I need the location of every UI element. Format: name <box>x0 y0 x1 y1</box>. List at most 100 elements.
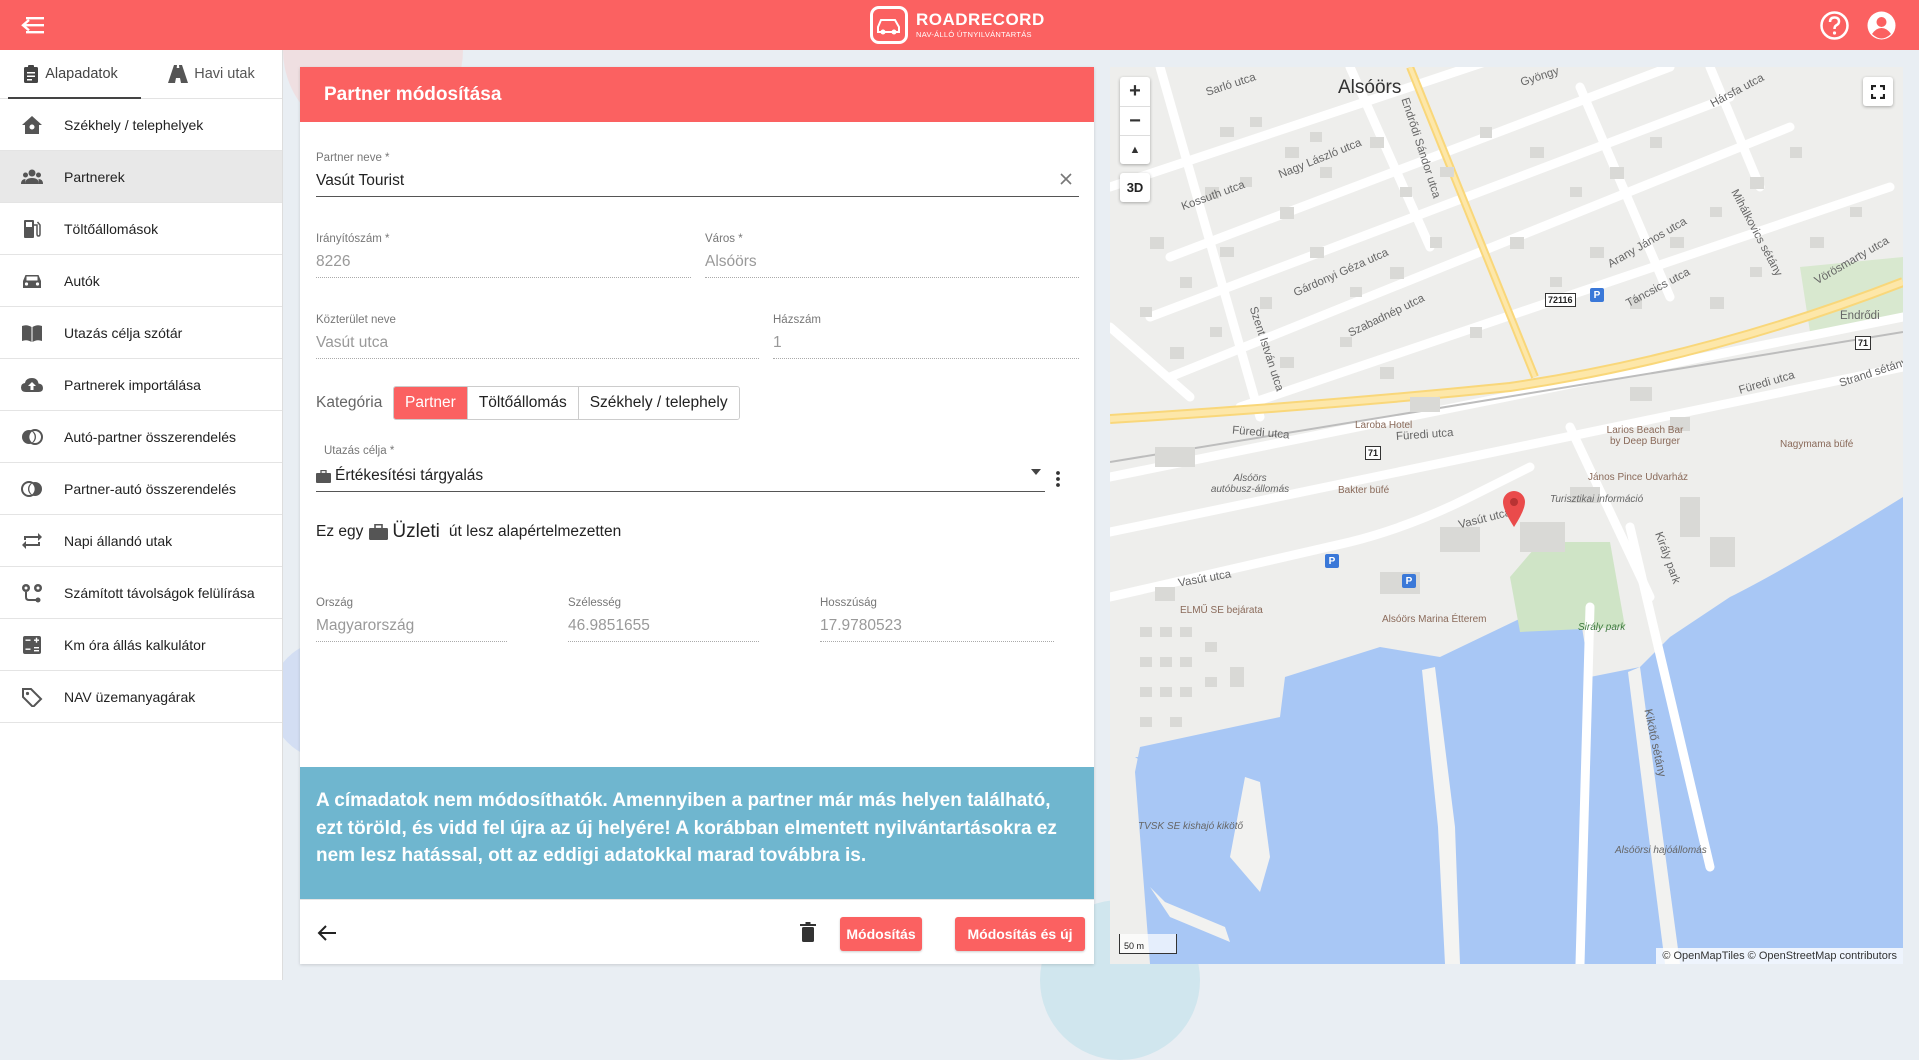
clipboard-icon <box>24 65 39 83</box>
map-poi-label: Alsóörsi hajóállomás <box>1615 845 1707 856</box>
sidebar-item-napi-utak[interactable]: Napi állandó utak <box>0 515 282 567</box>
parking-icon: P <box>1325 554 1339 568</box>
field-label: Közterület neve <box>316 314 396 326</box>
modify-button[interactable]: Módosítás <box>840 917 922 951</box>
dropdown-arrow-icon <box>1031 469 1041 475</box>
map-poi-label: Laroba Hotel <box>1355 420 1413 431</box>
default-prefix: Ez egy <box>316 523 364 540</box>
sidebar-item-label: Székhely / telephelyek <box>64 116 204 133</box>
sidebar-item-label: Autók <box>64 272 100 289</box>
longitude-value: 17.9780523 <box>820 617 902 634</box>
book-icon <box>22 325 42 342</box>
tab-alapadatok[interactable]: Alapadatok <box>0 50 141 99</box>
country-field: Ország Magyarország <box>316 597 507 642</box>
field-label: Utazás célja * <box>324 445 395 457</box>
city-value: Alsóörs <box>705 253 757 270</box>
tab-label: Havi utak <box>194 66 255 82</box>
sidebar-item-label: NAV üzemanyagárak <box>64 688 196 705</box>
field-label: Ország <box>316 597 354 609</box>
app-header: ROADRECORD NAV-ÁLLÓ ÚTNYILVÁNTARTÁS <box>0 0 1919 50</box>
category-headquarters-button[interactable]: Székhely / telephely <box>578 387 739 419</box>
address-info-message: A címadatok nem módosíthatók. Amennyiben… <box>300 767 1094 899</box>
field-underline <box>316 358 759 359</box>
account-icon[interactable] <box>1866 10 1897 41</box>
compass-button[interactable]: ▲ <box>1120 135 1150 164</box>
app-logo[interactable]: ROADRECORD NAV-ÁLLÓ ÚTNYILVÁNTARTÁS <box>870 6 1045 44</box>
people-icon <box>21 169 43 184</box>
parking-icon: P <box>1402 574 1416 588</box>
street-value: Vasút utca <box>316 334 389 351</box>
sidebar-item-partner-auto[interactable]: Partner-autó összerendelés <box>0 463 282 515</box>
more-options-icon[interactable] <box>1054 469 1062 489</box>
tab-havi-utak[interactable]: Havi utak <box>141 50 282 98</box>
field-label: Város * <box>705 233 743 245</box>
sidebar-item-nav-uzemanyag[interactable]: NAV üzemanyagárak <box>0 671 282 723</box>
sidebar-item-partnerek-import[interactable]: Partnerek importálása <box>0 359 282 411</box>
zoom-out-button[interactable]: − <box>1120 106 1150 135</box>
map-poi-label: Alsóörs Marina Étterem <box>1382 614 1487 625</box>
parking-icon: P <box>1590 288 1604 302</box>
map-poi-label: ELMŰ SE bejárata <box>1180 605 1263 616</box>
modify-and-new-button[interactable]: Módosítás és új <box>955 917 1085 951</box>
field-label: Hosszúság <box>820 597 877 609</box>
travel-purpose-value: Értékesítési tárgyalás <box>316 467 483 485</box>
location-marker-icon[interactable] <box>1501 490 1527 528</box>
category-fuel-station-button[interactable]: Töltőállomás <box>467 387 579 419</box>
3d-toggle-button[interactable]: 3D <box>1120 173 1150 202</box>
map-attribution[interactable]: © OpenMapTiles © OpenStreetMap contribut… <box>1656 948 1903 964</box>
tag-icon <box>22 688 43 707</box>
partner-name-value: Vasút Tourist <box>316 172 405 189</box>
sidebar-item-szekhely[interactable]: Székhely / telephelyek <box>0 99 282 151</box>
route-icon <box>22 584 42 603</box>
map-poi-label: Sirály park <box>1578 622 1626 633</box>
sidebar-item-toltoallomasok[interactable]: Töltőállomások <box>0 203 282 255</box>
back-arrow-icon[interactable] <box>316 924 338 942</box>
map-road-number: 71 <box>1855 336 1872 350</box>
zoom-controls: + − ▲ <box>1120 77 1150 164</box>
default-suffix: út lesz alapértelmezetten <box>448 523 622 540</box>
map-poi-label: János Pince Udvarház <box>1588 472 1689 483</box>
travel-purpose-select[interactable]: Utazás célja * Értékesítési tárgyalás <box>316 445 1045 492</box>
map-town-label: Alsóörs <box>1338 77 1402 98</box>
sidebar-item-autok[interactable]: Autók <box>0 255 282 307</box>
sidebar-item-utazas-celja[interactable]: Utazás célja szótár <box>0 307 282 359</box>
field-label: Házszám <box>773 314 821 326</box>
menu-collapse-icon[interactable] <box>20 13 48 37</box>
sidebar-item-km-kalkulator[interactable]: Km óra állás kalkulátor <box>0 619 282 671</box>
map-scale: 50 m <box>1119 934 1177 954</box>
default-trip-type-value: Üzleti <box>392 521 440 542</box>
sidebar-item-label: Számított távolságok felülírása <box>64 584 255 601</box>
latitude-value: 46.9851655 <box>568 617 650 634</box>
field-underline <box>316 277 691 278</box>
map-poi-label: Turisztikai információ <box>1550 494 1644 505</box>
road-icon <box>168 65 189 83</box>
map-street-label: Endrődi <box>1840 310 1880 322</box>
sidebar-item-auto-partner[interactable]: Autó-partner összerendelés <box>0 411 282 463</box>
latitude-field: Szélesség 46.9851655 <box>568 597 759 642</box>
map-road-number: 71 <box>1365 446 1382 460</box>
purpose-text: Értékesítési tárgyalás <box>335 467 484 484</box>
help-icon[interactable] <box>1819 10 1850 41</box>
map-view[interactable]: Alsóörs Sarló utca Gyöngy Hársfa utca En… <box>1110 67 1903 964</box>
category-toggle-group: Partner Töltőállomás Székhely / telephel… <box>393 386 740 420</box>
sidebar-item-tavolsagok[interactable]: Számított távolságok felülírása <box>0 567 282 619</box>
sidebar-menu: Székhely / telephelyek Partnerek Töltőál… <box>0 99 282 723</box>
house-number-field: Házszám 1 <box>773 314 1079 359</box>
zoom-in-button[interactable]: + <box>1120 77 1150 106</box>
clear-icon[interactable] <box>1057 170 1075 188</box>
category-partner-button[interactable]: Partner <box>394 387 468 419</box>
partner-edit-card: Partner módosítása Partner neve * Vasút … <box>300 67 1094 964</box>
field-underline <box>820 641 1054 642</box>
fullscreen-button[interactable] <box>1863 77 1893 106</box>
longitude-field: Hosszúság 17.9780523 <box>820 597 1054 642</box>
zip-value: 8226 <box>316 253 351 270</box>
partner-name-field[interactable]: Partner neve * Vasút Tourist <box>316 152 1079 197</box>
card-title: Partner módosítása <box>300 67 1094 122</box>
home-icon <box>22 116 42 134</box>
delete-icon[interactable] <box>800 922 816 942</box>
category-label: Kategória <box>316 394 383 411</box>
sidebar-item-label: Töltőállomások <box>64 220 159 237</box>
field-label: Partner neve * <box>316 152 390 164</box>
street-field: Közterület neve Vasút utca <box>316 314 759 359</box>
sidebar-item-partnerek[interactable]: Partnerek <box>0 151 282 203</box>
